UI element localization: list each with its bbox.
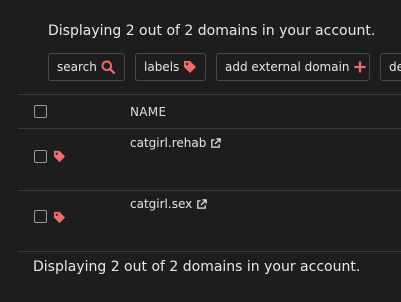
plus-icon <box>354 61 366 73</box>
truncated-toolbar-button[interactable]: de <box>380 53 401 81</box>
tag-icon[interactable] <box>53 150 66 163</box>
add-external-domain-button[interactable]: add external domain <box>216 53 370 81</box>
external-link-icon[interactable] <box>210 137 222 149</box>
tag-icon[interactable] <box>53 211 66 224</box>
search-button[interactable]: search <box>48 53 125 81</box>
labels-button-label: labels <box>144 60 180 74</box>
row-divider <box>18 190 401 191</box>
labels-button[interactable]: labels <box>135 53 206 81</box>
tag-icon <box>183 60 197 74</box>
bottom-summary: Displaying 2 out of 2 domains in your ac… <box>33 259 361 275</box>
row-checkbox[interactable] <box>34 150 47 163</box>
search-button-label: search <box>57 60 97 74</box>
domain-name: catgirl.rehab <box>130 136 207 150</box>
search-icon <box>101 60 115 74</box>
top-summary: Displaying 2 out of 2 domains in your ac… <box>48 23 376 39</box>
row-checkbox[interactable] <box>34 210 47 223</box>
domain-name: catgirl.sex <box>130 197 193 211</box>
column-header-name[interactable]: NAME <box>130 105 166 119</box>
table-header-bottom-border <box>18 128 401 129</box>
add-external-domain-label: add external domain <box>225 60 350 74</box>
table-header-top-border <box>18 94 401 95</box>
external-link-icon[interactable] <box>196 198 207 210</box>
truncated-toolbar-button-label: de <box>389 60 401 74</box>
select-all-checkbox[interactable] <box>34 105 47 118</box>
row-divider <box>18 251 401 252</box>
domain-link[interactable]: catgirl.sex <box>130 197 207 211</box>
domain-link[interactable]: catgirl.rehab <box>130 136 222 150</box>
